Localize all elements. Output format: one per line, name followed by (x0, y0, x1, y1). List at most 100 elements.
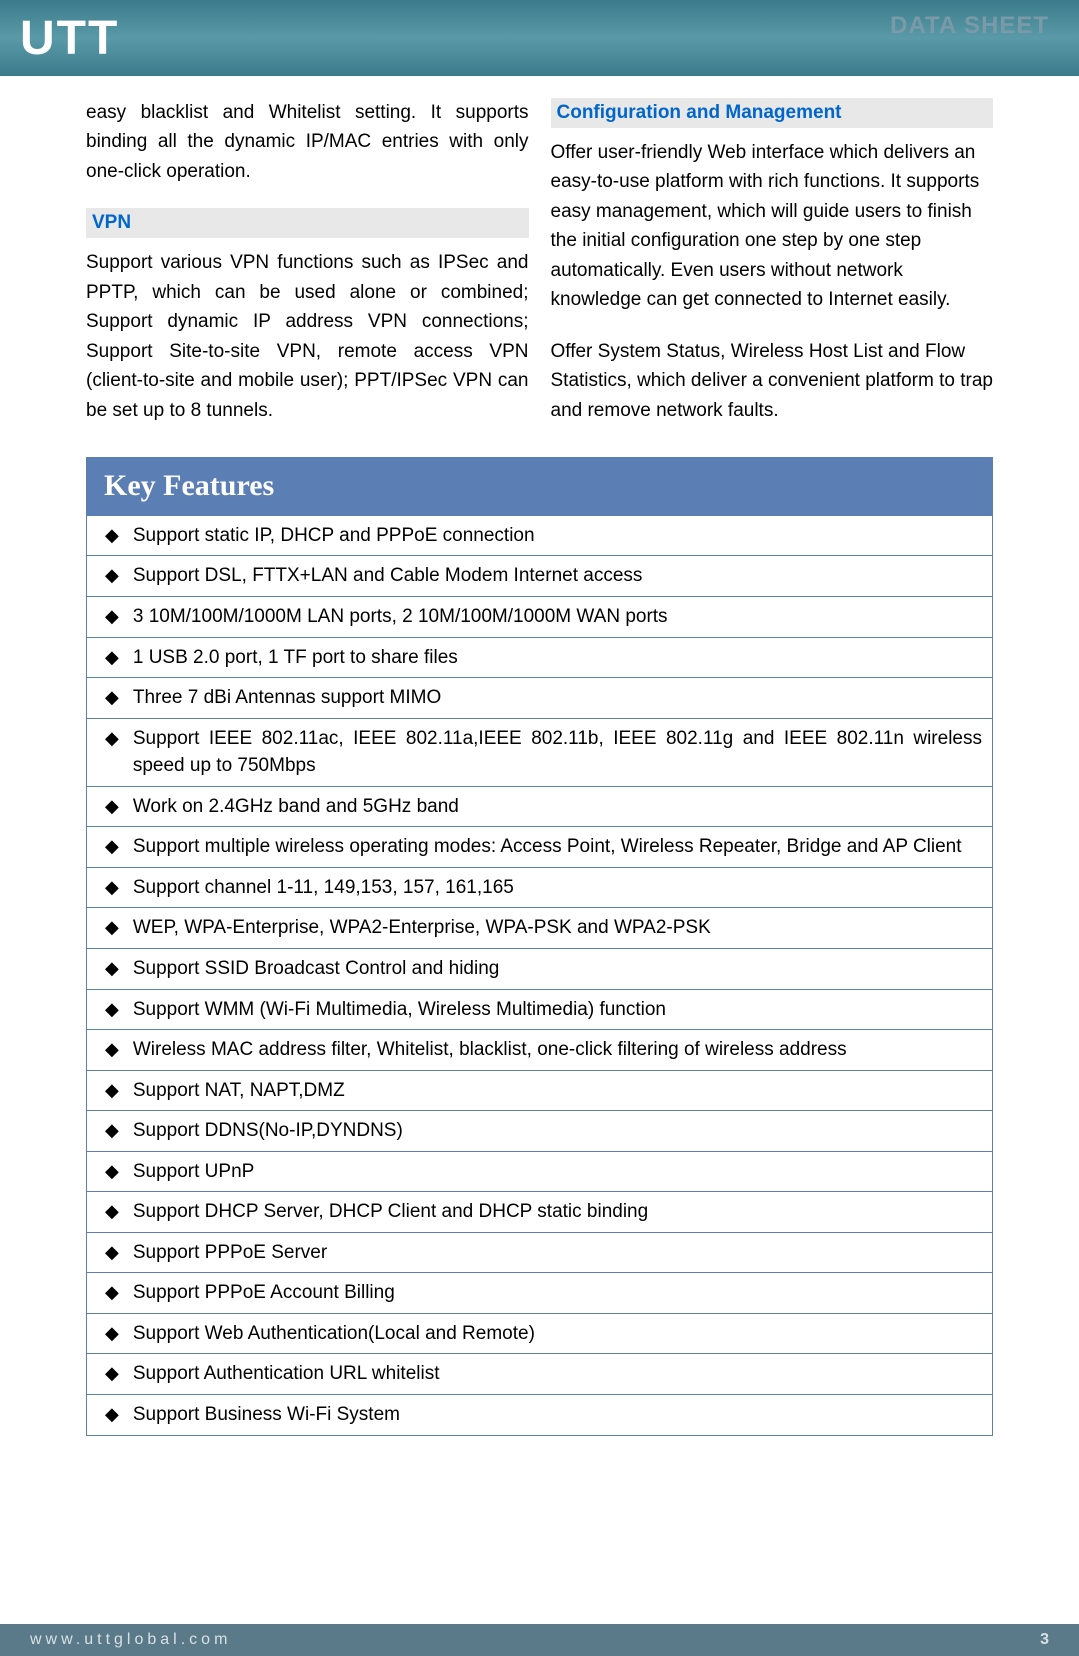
feature-row: ◆ 1 USB 2.0 port, 1 TF port to share file… (87, 637, 993, 678)
feature-row: ◆ Support PPPoE Server (87, 1232, 993, 1273)
feature-text: Support NAT, NAPT,DMZ (133, 1077, 982, 1105)
feature-row: ◆ Support channel 1-11, 149,153, 157, 161… (87, 867, 993, 908)
feature-cell: ◆Support IEEE 802.11ac, IEEE 802.11a,IEE… (87, 718, 993, 786)
feature-cell: ◆ Three 7 dBi Antennas support MIMO (87, 678, 993, 719)
diamond-bullet-icon: ◆ (105, 522, 119, 548)
feature-cell: ◆Support multiple wireless operating mod… (87, 827, 993, 868)
feature-row: ◆ Wireless MAC address filter, Whitelist,… (87, 1030, 993, 1071)
left-column: easy blacklist and Whitelist setting. It… (86, 98, 529, 447)
feature-row: ◆Support Business Wi-Fi System (87, 1394, 993, 1435)
right-column: Configuration and Management Offer user-… (551, 98, 994, 447)
diamond-bullet-icon: ◆ (105, 1077, 119, 1103)
feature-text: Support PPPoE Account Billing (133, 1279, 982, 1307)
feature-cell: ◆ Support SSID Broadcast Control and hidi… (87, 948, 993, 989)
feature-row: ◆Support IEEE 802.11ac, IEEE 802.11a,IEE… (87, 718, 993, 786)
intro-text: easy blacklist and Whitelist setting. It… (86, 98, 529, 186)
diamond-bullet-icon: ◆ (105, 1279, 119, 1305)
feature-text: Three 7 dBi Antennas support MIMO (133, 684, 982, 712)
feature-cell: ◆ Support DDNS(No-IP,DYNDNS) (87, 1111, 993, 1152)
content-area: easy blacklist and Whitelist setting. It… (0, 76, 1079, 1436)
feature-text: Support UPnP (133, 1158, 982, 1186)
diamond-bullet-icon: ◆ (105, 1198, 119, 1224)
diamond-bullet-icon: ◆ (105, 996, 119, 1022)
feature-cell: ◆ Wireless MAC address filter, Whitelist,… (87, 1030, 993, 1071)
diamond-bullet-icon: ◆ (105, 725, 119, 751)
feature-row: ◆ Work on 2.4GHz band and 5GHz band (87, 786, 993, 827)
feature-row: ◆ Support NAT, NAPT,DMZ (87, 1070, 993, 1111)
diamond-bullet-icon: ◆ (105, 874, 119, 900)
diamond-bullet-icon: ◆ (105, 1239, 119, 1265)
feature-cell: ◆ Support WMM (Wi-Fi Multimedia, Wireless… (87, 989, 993, 1030)
feature-row: ◆ Support WMM (Wi-Fi Multimedia, Wireless… (87, 989, 993, 1030)
feature-row: ◆ Support DHCP Server, DHCP Client and DH… (87, 1192, 993, 1233)
feature-cell: ◆ WEP, WPA-Enterprise, WPA2-Enterprise, W… (87, 908, 993, 949)
feature-text: Support DDNS(No-IP,DYNDNS) (133, 1117, 982, 1145)
footer-url: www.uttglobal.com (30, 1631, 231, 1649)
key-features-title: Key Features (86, 457, 993, 515)
diamond-bullet-icon: ◆ (105, 1036, 119, 1062)
feature-text: Support Authentication URL whitelist (133, 1360, 982, 1388)
feature-row: ◆ Three 7 dBi Antennas support MIMO (87, 678, 993, 719)
diamond-bullet-icon: ◆ (105, 684, 119, 710)
feature-cell: ◆ Support PPPoE Server (87, 1232, 993, 1273)
feature-row: ◆ Support DSL, FTTX+LAN and Cable Modem I… (87, 556, 993, 597)
feature-cell: ◆ Work on 2.4GHz band and 5GHz band (87, 786, 993, 827)
feature-cell: ◆ Support DSL, FTTX+LAN and Cable Modem I… (87, 556, 993, 597)
feature-text: Support SSID Broadcast Control and hidin… (133, 955, 982, 983)
feature-cell: ◆Support Business Wi-Fi System (87, 1394, 993, 1435)
feature-row: ◆ WEP, WPA-Enterprise, WPA2-Enterprise, W… (87, 908, 993, 949)
feature-cell: ◆ Support channel 1-11, 149,153, 157, 161… (87, 867, 993, 908)
diamond-bullet-icon: ◆ (105, 1158, 119, 1184)
vpn-heading: VPN (86, 208, 529, 238)
feature-text: Support Business Wi-Fi System (133, 1401, 982, 1429)
feature-cell: ◆ Support PPPoE Account Billing (87, 1273, 993, 1314)
feature-row: ◆ Support DDNS(No-IP,DYNDNS) (87, 1111, 993, 1152)
diamond-bullet-icon: ◆ (105, 1360, 119, 1386)
diamond-bullet-icon: ◆ (105, 562, 119, 588)
diamond-bullet-icon: ◆ (105, 603, 119, 629)
feature-cell: ◆ 3 10M/100M/1000M LAN ports, 2 10M/100M/… (87, 597, 993, 638)
feature-text: 1 USB 2.0 port, 1 TF port to share files (133, 644, 982, 672)
logo: UTT (20, 11, 119, 66)
vpn-body: Support various VPN functions such as IP… (86, 248, 529, 425)
feature-row: ◆Support multiple wireless operating mod… (87, 827, 993, 868)
footer: www.uttglobal.com 3 (0, 1624, 1079, 1656)
feature-text: Support channel 1-11, 149,153, 157, 161,… (133, 874, 982, 902)
two-column-section: easy blacklist and Whitelist setting. It… (86, 98, 993, 447)
data-sheet-label: DATA SHEET (890, 12, 1049, 40)
features-table: ◆ Support static IP, DHCP and PPPoE conne… (86, 515, 993, 1436)
feature-cell: ◆ Support static IP, DHCP and PPPoE conne… (87, 515, 993, 556)
footer-page: 3 (1040, 1631, 1049, 1649)
feature-row: ◆ Support Web Authentication(Local and Re… (87, 1313, 993, 1354)
diamond-bullet-icon: ◆ (105, 644, 119, 670)
feature-text: Support static IP, DHCP and PPPoE connec… (133, 522, 982, 550)
diamond-bullet-icon: ◆ (105, 1117, 119, 1143)
feature-text: WEP, WPA-Enterprise, WPA2-Enterprise, WP… (133, 914, 982, 942)
feature-text: Work on 2.4GHz band and 5GHz band (133, 793, 982, 821)
feature-cell: ◆ Support NAT, NAPT,DMZ (87, 1070, 993, 1111)
feature-text: Support PPPoE Server (133, 1239, 982, 1267)
feature-cell: ◆ Support Web Authentication(Local and Re… (87, 1313, 993, 1354)
diamond-bullet-icon: ◆ (105, 1320, 119, 1346)
diamond-bullet-icon: ◆ (105, 955, 119, 981)
feature-row: ◆ Support Authentication URL whitelist (87, 1354, 993, 1395)
config-body-1: Offer user-friendly Web interface which … (551, 138, 994, 315)
feature-cell: ◆ Support DHCP Server, DHCP Client and DH… (87, 1192, 993, 1233)
feature-row: ◆ Support UPnP (87, 1151, 993, 1192)
feature-text: 3 10M/100M/1000M LAN ports, 2 10M/100M/1… (133, 603, 982, 631)
feature-text: Wireless MAC address filter, Whitelist, … (133, 1036, 982, 1064)
feature-row: ◆ Support static IP, DHCP and PPPoE conne… (87, 515, 993, 556)
feature-text: Support WMM (Wi-Fi Multimedia, Wireless … (133, 996, 982, 1024)
feature-text: Support DSL, FTTX+LAN and Cable Modem In… (133, 562, 982, 590)
feature-cell: ◆ Support UPnP (87, 1151, 993, 1192)
feature-text: Support DHCP Server, DHCP Client and DHC… (133, 1198, 982, 1226)
diamond-bullet-icon: ◆ (105, 793, 119, 819)
config-heading: Configuration and Management (551, 98, 994, 128)
diamond-bullet-icon: ◆ (105, 914, 119, 940)
config-body-2: Offer System Status, Wireless Host List … (551, 337, 994, 425)
feature-text: Support Web Authentication(Local and Rem… (133, 1320, 982, 1348)
feature-text: Support multiple wireless operating mode… (133, 833, 982, 861)
feature-cell: ◆ Support Authentication URL whitelist (87, 1354, 993, 1395)
feature-row: ◆ Support SSID Broadcast Control and hidi… (87, 948, 993, 989)
feature-row: ◆ Support PPPoE Account Billing (87, 1273, 993, 1314)
